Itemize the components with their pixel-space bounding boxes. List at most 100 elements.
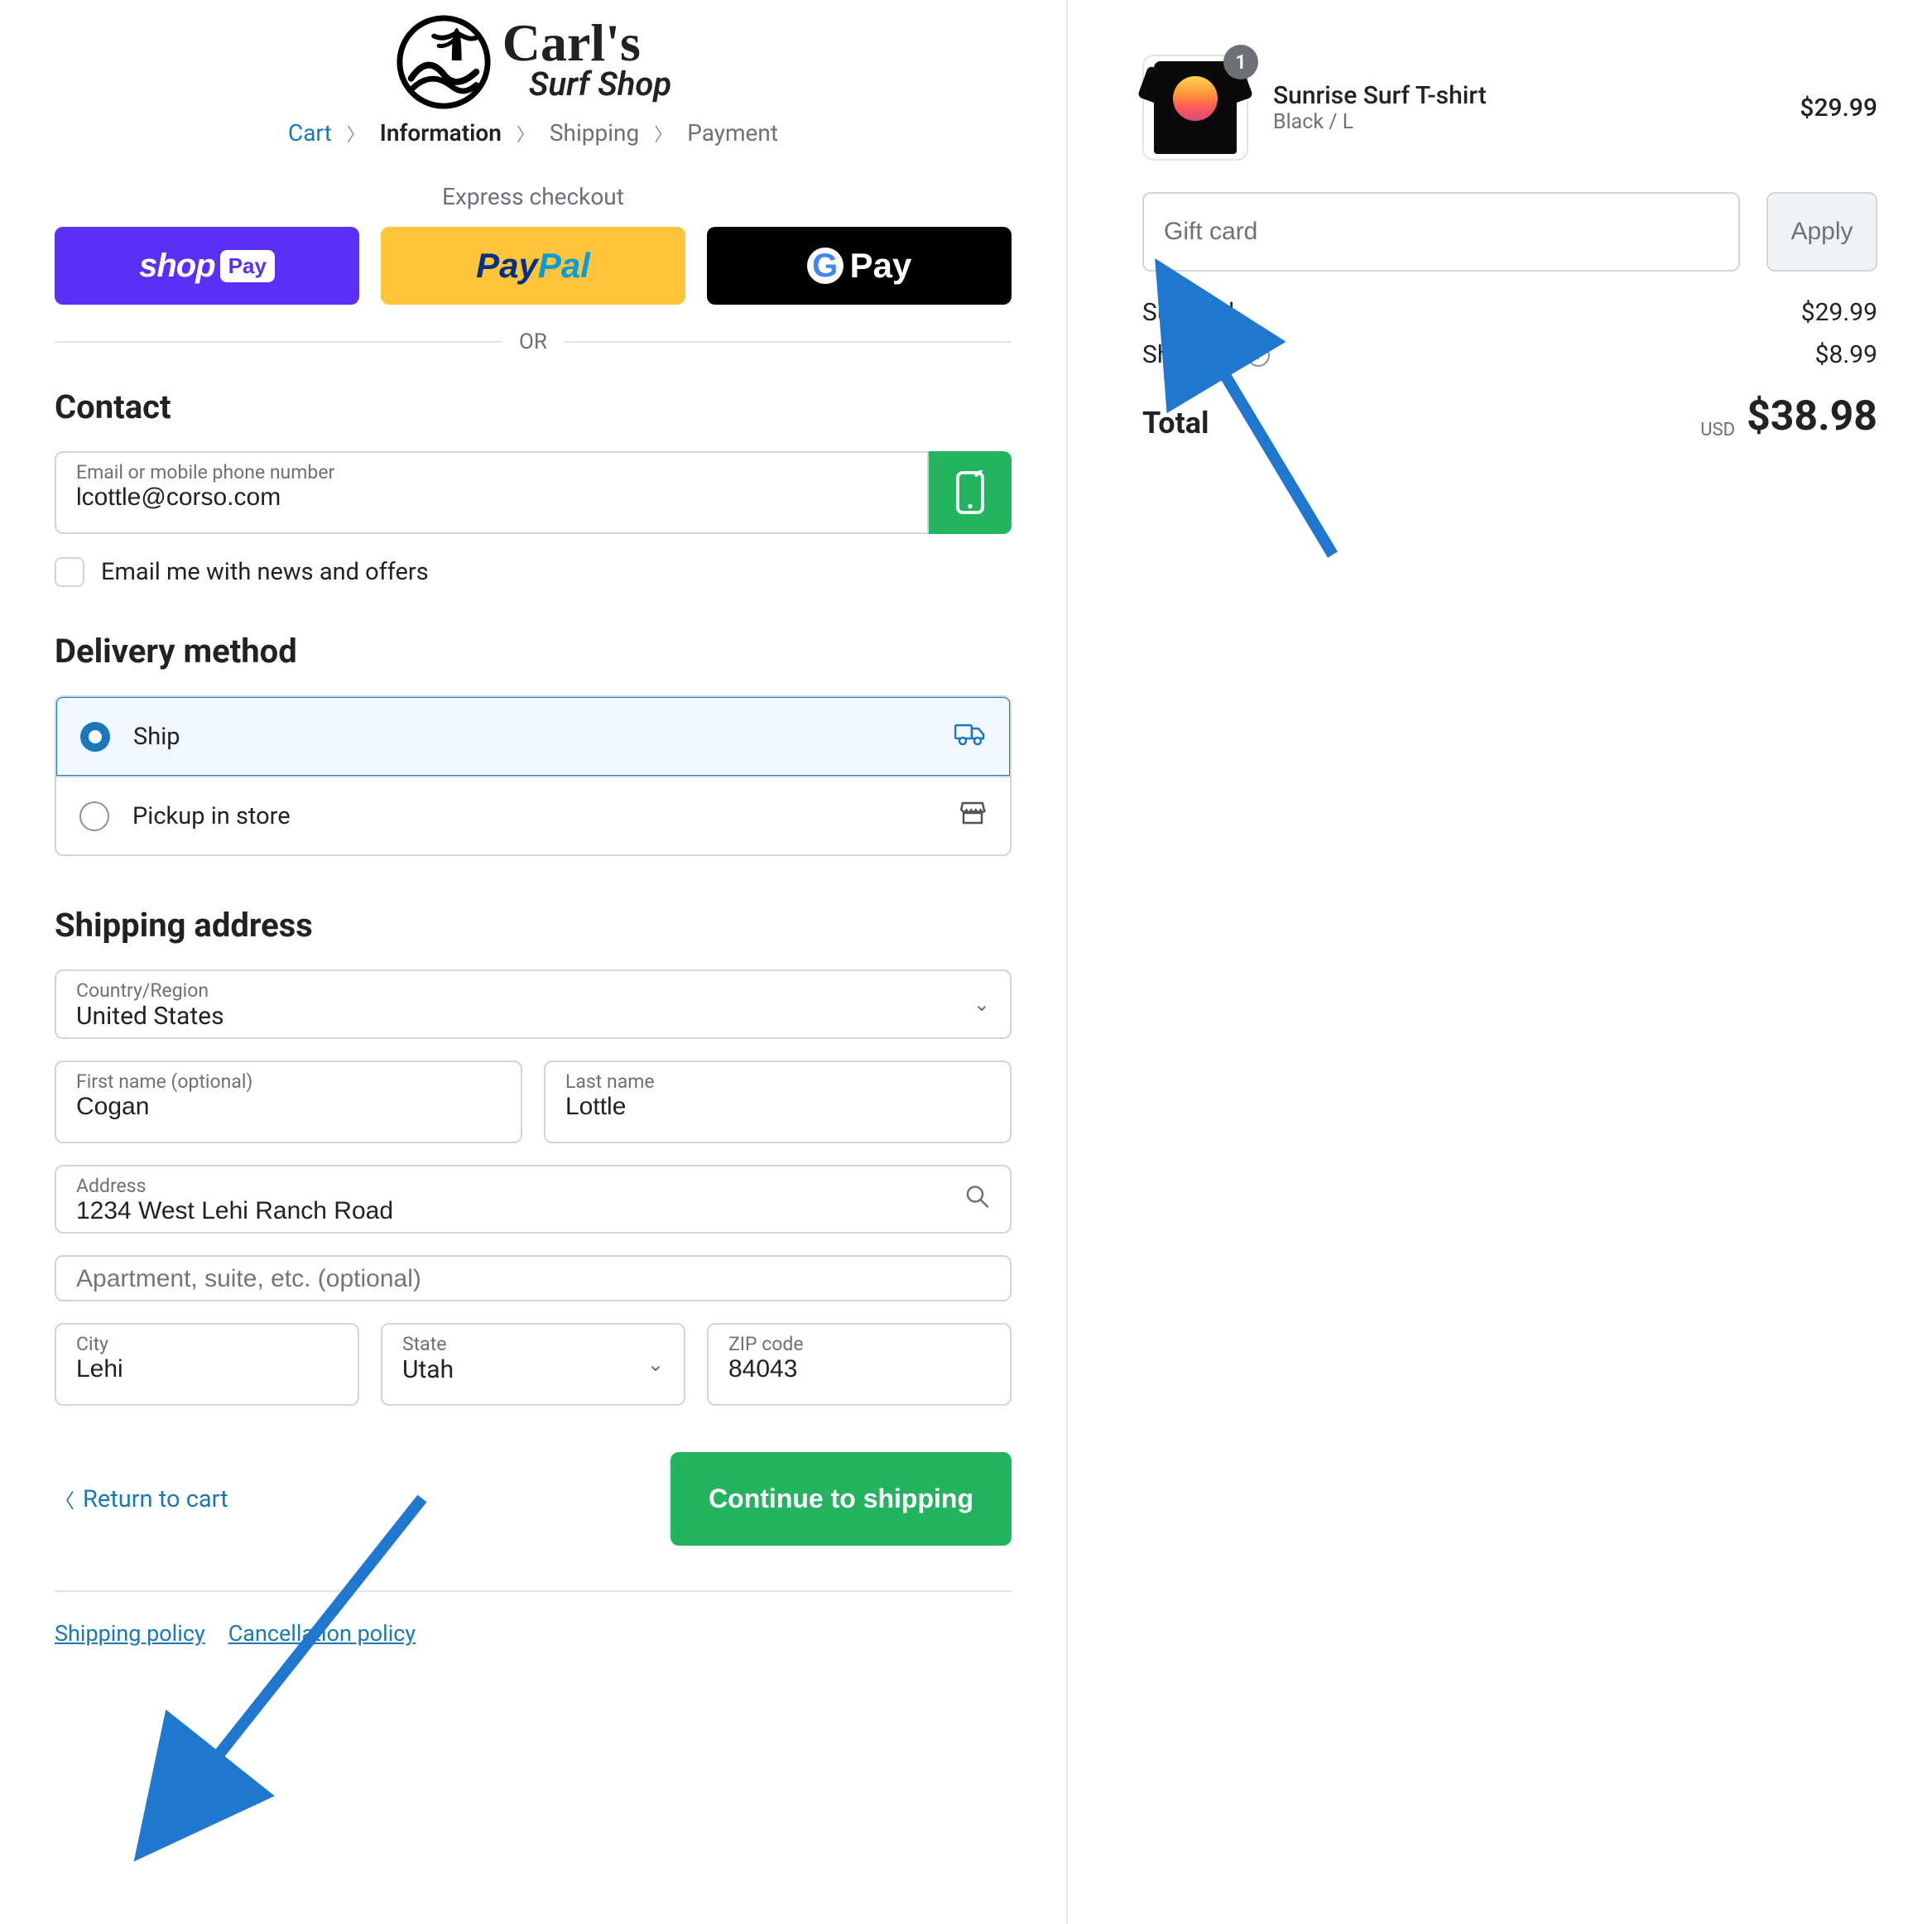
policy-links: Shipping policy Cancellation policy xyxy=(55,1590,1012,1647)
address-field[interactable]: Address xyxy=(55,1165,1012,1234)
first-name-label: First name (optional) xyxy=(76,1070,501,1093)
city-input[interactable] xyxy=(76,1355,338,1383)
chevron-right-icon: 〉 xyxy=(347,120,365,147)
news-checkbox-row[interactable]: Email me with news and offers xyxy=(55,557,1012,587)
state-select[interactable]: State Utah ⌄ xyxy=(381,1323,685,1406)
store-icon xyxy=(959,801,987,831)
help-icon[interactable]: ? xyxy=(1247,344,1270,367)
paypal-icon: PayPal xyxy=(476,246,590,286)
gift-card-input[interactable] xyxy=(1142,192,1740,272)
radio-icon xyxy=(79,801,109,831)
subtotal-value: $29.99 xyxy=(1801,298,1877,327)
quantity-badge: 1 xyxy=(1223,45,1258,79)
address-label: Address xyxy=(76,1175,990,1197)
last-name-label: Last name xyxy=(565,1070,990,1093)
chevron-right-icon: 〉 xyxy=(517,120,535,147)
delivery-radio-group: Ship Pickup in store xyxy=(55,695,1012,856)
email-input[interactable] xyxy=(76,483,907,512)
apartment-field[interactable] xyxy=(55,1255,1012,1301)
phone-toggle-button[interactable] xyxy=(929,451,1012,534)
shipping-policy-link[interactable]: Shipping policy xyxy=(55,1620,205,1647)
subtotal-label: Subtotal xyxy=(1142,298,1234,327)
logo: Carl's Surf Shop xyxy=(55,13,1012,111)
first-name-field[interactable]: First name (optional) xyxy=(55,1061,522,1143)
breadcrumb-payment: Payment xyxy=(687,119,778,147)
breadcrumb-information: Information xyxy=(380,119,502,147)
breadcrumb-cart[interactable]: Cart xyxy=(288,119,332,147)
city-field[interactable]: City xyxy=(55,1323,359,1406)
email-field[interactable]: Email or mobile phone number xyxy=(55,451,929,534)
total-row: Total USD $38.98 xyxy=(1142,392,1877,440)
total-label: Total xyxy=(1142,406,1209,440)
return-label: Return to cart xyxy=(83,1485,228,1513)
phone-icon xyxy=(955,470,985,515)
news-label: Email me with news and offers xyxy=(101,558,429,586)
shop-pay-icon: shop xyxy=(139,248,215,285)
cart-item: 1 Sunrise Surf T-shirt Black / L $29.99 xyxy=(1142,55,1877,161)
gift-card-row: Apply xyxy=(1142,192,1877,272)
email-label: Email or mobile phone number xyxy=(76,461,907,483)
contact-heading: Contact xyxy=(55,387,1012,426)
gpay-text: Pay xyxy=(850,246,912,286)
country-value: United States xyxy=(76,1002,990,1031)
chevron-left-icon: 〈 xyxy=(55,1484,74,1513)
shop-pay-button[interactable]: shop Pay xyxy=(55,227,359,305)
logo-subtext: Surf Shop xyxy=(529,65,671,103)
breadcrumb-shipping: Shipping xyxy=(550,119,639,147)
express-checkout-label: Express checkout xyxy=(55,183,1012,210)
address-input[interactable] xyxy=(76,1197,990,1225)
email-field-wrap: Email or mobile phone number xyxy=(55,451,1012,534)
search-icon[interactable] xyxy=(965,1184,990,1215)
google-pay-button[interactable]: G Pay xyxy=(707,227,1012,305)
continue-button[interactable]: Continue to shipping xyxy=(670,1452,1012,1546)
address-grid: Country/Region United States ⌄ First nam… xyxy=(55,969,1012,1406)
return-to-cart-link[interactable]: 〈 Return to cart xyxy=(55,1484,228,1513)
subtotal-row: Subtotal $29.99 xyxy=(1142,298,1877,327)
or-divider: OR xyxy=(55,329,1012,354)
truck-icon xyxy=(954,721,986,752)
logo-icon xyxy=(395,13,493,111)
apartment-input[interactable] xyxy=(76,1265,990,1293)
chevron-right-icon: 〉 xyxy=(654,120,672,147)
main-column: Carl's Surf Shop Cart 〉 Information 〉 Sh… xyxy=(0,0,1068,1924)
shop-pay-badge-icon: Pay xyxy=(220,250,275,282)
state-label: State xyxy=(402,1333,664,1355)
order-summary: 1 Sunrise Surf T-shirt Black / L $29.99 … xyxy=(1068,0,1932,1924)
delivery-heading: Delivery method xyxy=(55,632,1012,671)
address-heading: Shipping address xyxy=(55,906,1012,945)
country-select[interactable]: Country/Region United States ⌄ xyxy=(55,969,1012,1039)
paypal-button[interactable]: PayPal xyxy=(381,227,685,305)
cancellation-policy-link[interactable]: Cancellation policy xyxy=(228,1620,416,1647)
pickup-label: Pickup in store xyxy=(132,802,291,830)
main-footer: 〈 Return to cart Continue to shipping xyxy=(55,1452,1012,1546)
item-price: $29.99 xyxy=(1800,94,1877,123)
first-name-input[interactable] xyxy=(76,1093,501,1121)
breadcrumb: Cart 〉 Information 〉 Shipping 〉 Payment xyxy=(55,119,1012,147)
shipping-label: Shipping xyxy=(1142,340,1238,369)
delivery-option-pickup[interactable]: Pickup in store xyxy=(56,776,1010,854)
product-thumbnail: 1 xyxy=(1142,55,1248,161)
total-amount: $38.98 xyxy=(1747,392,1877,440)
tshirt-icon xyxy=(1154,61,1237,154)
country-label: Country/Region xyxy=(76,979,990,1002)
shipping-value: $8.99 xyxy=(1815,340,1877,369)
chevron-down-icon: ⌄ xyxy=(973,993,990,1016)
chevron-down-icon: ⌄ xyxy=(647,1353,664,1376)
zip-field[interactable]: ZIP code xyxy=(707,1323,1012,1406)
google-icon: G xyxy=(807,248,843,284)
shipping-row: Shipping ? $8.99 xyxy=(1142,340,1877,369)
or-label: OR xyxy=(519,329,547,354)
state-value: Utah xyxy=(402,1355,664,1384)
radio-icon xyxy=(80,722,110,752)
item-variant: Black / L xyxy=(1273,110,1775,134)
item-title: Sunrise Surf T-shirt xyxy=(1273,81,1775,110)
last-name-input[interactable] xyxy=(565,1093,990,1121)
ship-label: Ship xyxy=(133,723,180,751)
zip-input[interactable] xyxy=(728,1355,990,1383)
delivery-option-ship[interactable]: Ship xyxy=(55,695,1012,777)
news-checkbox[interactable] xyxy=(55,557,84,587)
express-checkout-row: shop Pay PayPal G Pay xyxy=(55,227,1012,305)
currency-label: USD xyxy=(1700,420,1735,440)
last-name-field[interactable]: Last name xyxy=(544,1061,1012,1143)
apply-button[interactable]: Apply xyxy=(1766,192,1877,272)
